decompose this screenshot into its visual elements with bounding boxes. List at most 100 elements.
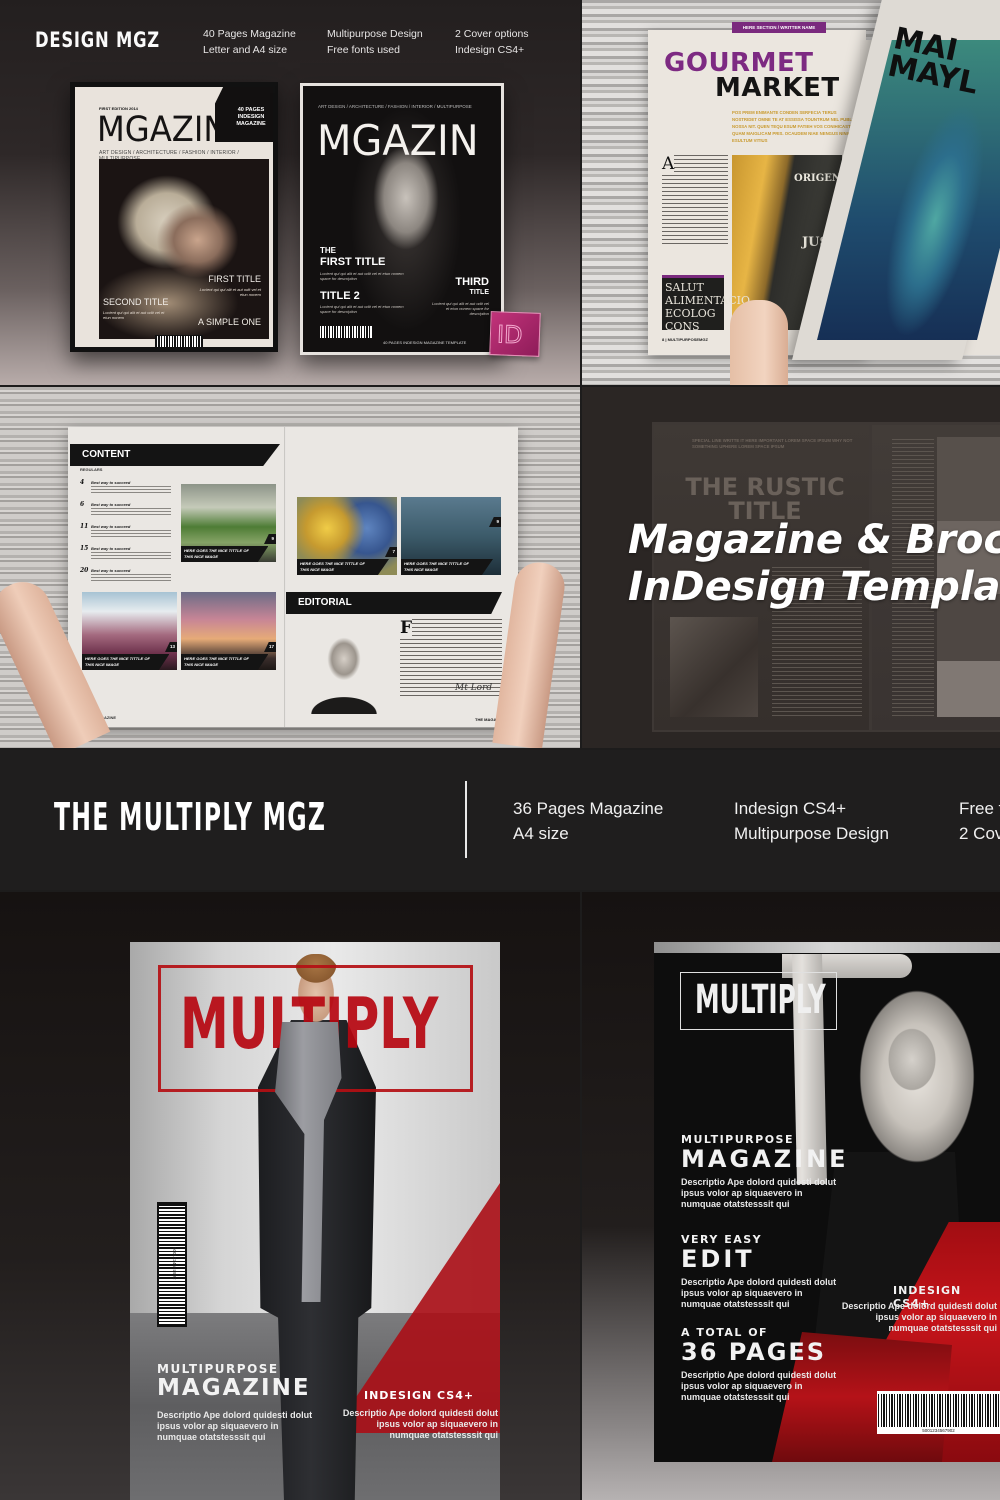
feature-item: 36 Pages Magazine: [513, 799, 664, 818]
cover-description: Descriptio Ape dolord quidesti dolut ips…: [681, 1277, 837, 1309]
toc-item: 20 Best way to succeed: [80, 567, 180, 589]
section-tag: HERE SECTION / WRITTER NAME: [732, 22, 826, 33]
drop-cap: A: [662, 154, 675, 174]
toc-desc-lines: [91, 508, 171, 516]
corner-badge-text: 40 PAGES INDESIGN MAGAZINE: [236, 107, 266, 127]
barcode-icon: [877, 1391, 1000, 1427]
cover-headline: FIRST TITLE: [320, 256, 386, 268]
feature-item: Free fonts used: [959, 799, 1000, 818]
banner-divider: [465, 781, 467, 858]
toc-item: 15 Best way to succeed: [80, 545, 180, 567]
feature-item: Indesign CS4+: [455, 44, 525, 56]
toc-page: 15: [80, 545, 89, 552]
thumb-caption: HERE GOES THE NICE TITTLE OF THIS NICE I…: [184, 548, 249, 559]
feature-column: 40 Pages Magazine Letter and A4 size: [203, 26, 296, 58]
hand-image: [730, 300, 788, 385]
masthead: MGAZIN: [317, 116, 479, 165]
content-spread-panel: CONTENT REGULARS 4 Best way to succeed 6 B…: [0, 387, 580, 748]
toc-item: 4 Best way to succeed: [80, 479, 180, 501]
cover-headline: MAGAZINE: [157, 1375, 311, 1401]
toc-title: Best way to succeed: [91, 524, 131, 529]
cover-subtext: Locient qui qui alit et aut odit vel et …: [432, 301, 489, 316]
cover-headline: SECOND TITLE: [103, 297, 169, 307]
content-thumbnail: 9 HERE GOES THE NICE TITTLE OF THIS NICE …: [181, 484, 276, 562]
cover-subtext: Locient qui qui alit et aut odit vel et …: [320, 271, 404, 281]
content-thumbnail: 9 HERE GOES THE NICE TITTLE OF THIS NICE …: [401, 497, 501, 575]
thumb-caption-bar: HERE GOES THE NICE TITTLE OF THIS NICE I…: [297, 559, 389, 575]
thumb-page-tag: 7: [385, 547, 397, 557]
gourmet-spread-panel: HERE SECTION / WRITTER NAME GOURMET MARK…: [582, 0, 1000, 385]
feature-column: Indesign CS4+ Multipurpose Design: [734, 796, 889, 846]
toc-item: 11 Best way to succeed: [80, 523, 180, 545]
cover-subtext: Locient qui qui alit et aut odit vel et …: [103, 310, 165, 320]
regulars-label: REGULARS: [80, 467, 103, 472]
toc-desc-lines: [91, 552, 171, 560]
barcode-icon: [155, 335, 203, 348]
toc-desc-lines: [91, 530, 171, 538]
headline-line: Magazine & Brochure: [628, 517, 1000, 563]
headline-line: InDesign Template: [628, 564, 1000, 610]
special-line: SPECIAL LINE WRITTE IT HERE IMPORTANT LO…: [692, 438, 853, 449]
content-thumbnail: 7 HERE GOES THE NICE TITTLE OF THIS NICE …: [297, 497, 397, 575]
cover-subtext: Locient qui qui alit et aut odit vel et …: [320, 304, 404, 314]
feature-item: Free fonts used: [327, 44, 400, 56]
toc-item: 6 Best way to succeed: [80, 501, 180, 523]
cover-headline: MAGAZINE: [681, 1145, 849, 1173]
editorial-heading-bar: EDITORIAL: [286, 592, 502, 614]
feature-item: Multipurpose Design: [327, 28, 423, 40]
cover-photo: ART DESIGN / ARCHITECTURE / FASHION / IN…: [303, 86, 501, 352]
barcode-icon: [320, 326, 372, 338]
cover-description: Descriptio Ape dolord quidesti dolut ips…: [157, 1410, 313, 1442]
cover-description: Descriptio Ape dolord quidesti dolut ips…: [841, 1301, 997, 1333]
barcode-number: 5001234567902: [877, 1427, 1000, 1434]
cover-description: Descriptio Ape dolord quidesti dolut ips…: [681, 1370, 837, 1402]
cover-subtext: Locient qui qui alit et aut odit vel et …: [199, 287, 261, 297]
article-title: MARKET: [715, 73, 840, 103]
masthead: MULTIPLY: [695, 977, 826, 1023]
thumb-caption-bar: HERE GOES THE NICE TITTLE OF THIS NICE I…: [181, 654, 269, 670]
page-folio: 8 | MULTIPURPOSEMGZ: [662, 337, 708, 342]
cover-kicker: MULTIPURPOSE: [157, 1362, 279, 1376]
thumb-caption: HERE GOES THE NICE TITTLE OF THIS NICE I…: [85, 656, 150, 667]
toc-title: Best way to succeed: [91, 502, 131, 507]
feature-item: 2 Cover options: [455, 28, 529, 40]
barcode-number: 5001234567902: [172, 1247, 177, 1280]
feature-column: Free fonts used 2 Cover options: [959, 796, 1000, 846]
cover-kicker: THE: [320, 246, 336, 255]
model-face: [882, 1022, 942, 1097]
thumb-caption-bar: HERE GOES THE NICE TITTLE OF THIS NICE I…: [82, 654, 170, 670]
editorial-heading: EDITORIAL: [298, 597, 352, 608]
rustic-title: THE RUSTIC TITLE: [685, 473, 845, 525]
cover-footer: 40 PAGES INDESIGN MAGAZINE TEMPLATE: [383, 340, 467, 345]
article-lede: Pos prem enimante conden serfecia terus …: [732, 110, 859, 143]
feature-item: 40 Pages Magazine: [203, 28, 296, 40]
thumb-page-number: 9: [271, 536, 274, 541]
toc-title: Best way to succeed: [91, 546, 131, 551]
corner-badge: 40 PAGES INDESIGN MAGAZINE: [215, 87, 273, 142]
cover-light: FIRST EDITION 2014 MGAZIN 40 PAGES INDES…: [70, 82, 278, 352]
feature-item: 2 Cover options: [959, 824, 1000, 843]
thumb-caption: HERE GOES THE NICE TITTLE OF THIS NICE I…: [300, 561, 365, 572]
multiply-light-panel: MULTIPLY 5001234567902 MULTIPURPOSE MAGA…: [0, 892, 580, 1500]
cover-photo: FIRST TITLE Locient qui qui alit et aut …: [99, 159, 269, 339]
cover-dark: ART DESIGN / ARCHITECTURE / FASHION / IN…: [300, 83, 504, 355]
thumb-page-number: 9: [496, 519, 499, 524]
indesign-logo-icon: ID: [489, 311, 541, 357]
content-thumbnail: 13 HERE GOES THE NICE TITTLE OF THIS NICE…: [82, 592, 177, 670]
thumb-page-number: 17: [268, 644, 274, 649]
feature-column: Multipurpose Design Free fonts used: [327, 26, 423, 58]
toc-title: Best way to succeed: [91, 480, 131, 485]
feature-item: Indesign CS4+: [734, 799, 846, 818]
thumb-caption: HERE GOES THE NICE TITTLE OF THIS NICE I…: [404, 561, 469, 572]
thumb-page-tag: 9: [489, 517, 501, 527]
toc-page: 4: [80, 479, 85, 486]
thumb-caption: HERE GOES THE NICE TITTLE OF THIS NICE I…: [184, 656, 249, 667]
banner-title: THE MULTIPLY MGZ: [54, 795, 327, 839]
cover-headline: EDIT: [681, 1245, 755, 1273]
magazine-gutter: [284, 427, 286, 727]
table-of-contents: 4 Best way to succeed 6 Best way to succee…: [80, 479, 180, 589]
content-heading-bar: CONTENT: [70, 444, 280, 466]
rustic-headline-panel: SPECIAL LINE WRITTE IT HERE IMPORTANT LO…: [582, 387, 1000, 748]
cover-top-edge: [654, 942, 1000, 953]
toc-page: 6: [80, 501, 85, 508]
